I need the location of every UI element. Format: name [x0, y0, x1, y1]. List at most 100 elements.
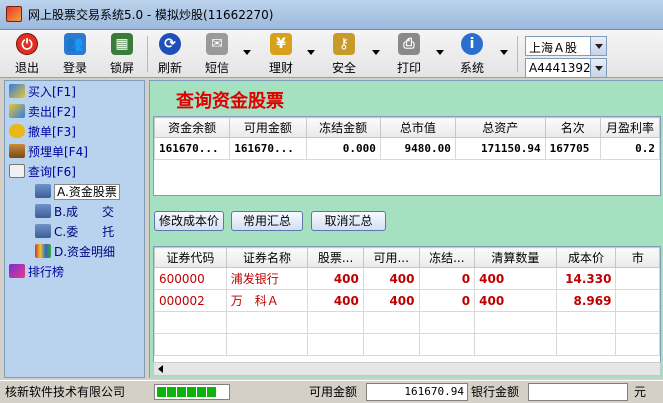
- system-button[interactable]: i 系统: [455, 33, 489, 76]
- scroll-left-icon[interactable]: [158, 365, 163, 373]
- sidebar-item-preset-order[interactable]: 预埋单[F4]: [9, 143, 88, 161]
- table-cell: 171150.94: [454, 137, 546, 160]
- table-row[interactable]: 161670... 161670... 0.000 9480.00 171150…: [154, 137, 660, 160]
- column-header[interactable]: 名次: [544, 117, 601, 138]
- sidebar-item-buy[interactable]: 买入[F1]: [9, 83, 76, 101]
- window-title: 网上股票交易系统5.0 - 模拟炒股(11662270): [28, 8, 274, 22]
- table-cell: 400: [307, 289, 364, 312]
- table-header-row: 证券代码 证券名称 股票... 可用... 冻结... 清算数量 成本价 市: [154, 247, 660, 268]
- bank-amount-label: 银行金额: [471, 385, 520, 399]
- column-header[interactable]: 清算数量: [474, 247, 557, 268]
- key-icon: ⚷: [333, 33, 355, 55]
- table-cell: 000002: [154, 289, 227, 312]
- bar-chart-icon: [35, 244, 51, 258]
- finance-button[interactable]: ¥ 理财: [264, 33, 298, 76]
- chevron-down-icon[interactable]: [590, 37, 606, 55]
- info-icon: i: [461, 33, 483, 55]
- users-icon: 👥: [64, 33, 86, 55]
- sidebar-item-trades[interactable]: B.成 交: [35, 203, 114, 221]
- table-cell: [615, 267, 660, 290]
- table-cell: 161670...: [154, 137, 231, 160]
- app-icon: [6, 6, 22, 22]
- refresh-button[interactable]: ⟳ 刷新: [153, 33, 187, 76]
- horizontal-scrollbar[interactable]: [153, 362, 661, 376]
- bank-amount-value: [528, 383, 628, 401]
- sidebar-item-funds-stocks[interactable]: A.资金股票: [35, 183, 120, 201]
- print-button[interactable]: ⎙ 打印: [392, 33, 426, 76]
- table-row[interactable]: 600000 浦发银行 400 400 0 400 14.330: [154, 267, 660, 290]
- security-button[interactable]: ⚷ 安全: [327, 33, 361, 76]
- message-dropdown-arrow[interactable]: [243, 50, 251, 55]
- finance-icon: ¥: [270, 33, 292, 55]
- table-row: [154, 311, 660, 334]
- table-cell: 万 科Ａ: [225, 289, 309, 312]
- table-row: [154, 333, 660, 356]
- column-header[interactable]: 股票...: [307, 247, 364, 268]
- column-header[interactable]: 冻结金额: [305, 117, 381, 138]
- progress-block: [167, 387, 176, 397]
- available-amount-value: 161670.94: [366, 383, 468, 401]
- security-dropdown-arrow[interactable]: [372, 50, 380, 55]
- column-header[interactable]: 可用...: [362, 247, 420, 268]
- main-panel: 查询资金股票 资金余额 可用金额 冻结金额 总市值 总资产 名次 月盈利率 16…: [149, 80, 663, 378]
- column-header[interactable]: 成本价: [555, 247, 617, 268]
- message-icon: ✉: [206, 33, 228, 55]
- exit-button[interactable]: ⏻ 退出: [10, 33, 44, 76]
- progress-block: [197, 387, 206, 397]
- title-bar: 网上股票交易系统5.0 - 模拟炒股(11662270): [0, 0, 663, 30]
- table-header-row: 资金余额 可用金额 冻结金额 总市值 总资产 名次 月盈利率: [154, 117, 660, 138]
- progress-bar: [154, 384, 230, 400]
- finance-dropdown-arrow[interactable]: [307, 50, 315, 55]
- table-cell: 161670...: [229, 137, 307, 160]
- sidebar-item-ranking[interactable]: 排行榜: [9, 263, 64, 281]
- column-header[interactable]: 证券代码: [154, 247, 227, 268]
- table-row[interactable]: 000002 万 科Ａ 400 400 0 400 8.969: [154, 289, 660, 312]
- modify-cost-button[interactable]: 修改成本价: [154, 211, 224, 231]
- preset-order-icon: [9, 144, 25, 158]
- table-cell: 9480.00: [379, 137, 456, 160]
- sidebar-item-orders[interactable]: C.委 托: [35, 223, 114, 241]
- available-amount-label: 可用金额: [309, 385, 358, 399]
- toolbar: ⏻ 退出 👥 登录 ▦ 锁屏 ⟳ 刷新 ✉ 短信 ¥ 理财 ⚷ 安全 ⎙ 打印 …: [0, 30, 663, 78]
- system-dropdown-arrow[interactable]: [500, 50, 508, 55]
- table-cell: 400: [362, 267, 420, 290]
- query-icon: [9, 164, 25, 178]
- sidebar-item-fund-details[interactable]: D.资金明细: [35, 243, 115, 261]
- currency-unit: 元: [634, 385, 647, 399]
- table-cell: 0: [418, 267, 476, 290]
- sidebar-item-query[interactable]: 查询[F6]: [9, 163, 76, 181]
- chevron-down-icon[interactable]: [590, 59, 606, 77]
- print-dropdown-arrow[interactable]: [436, 50, 444, 55]
- toolbar-separator: [147, 36, 148, 72]
- column-header[interactable]: 冻结...: [418, 247, 476, 268]
- trades-icon: [35, 204, 51, 218]
- refresh-icon: ⟳: [159, 33, 181, 55]
- column-header[interactable]: 可用金额: [229, 117, 307, 138]
- column-header[interactable]: 资金余额: [154, 117, 231, 138]
- column-header[interactable]: 证券名称: [225, 247, 309, 268]
- login-button[interactable]: 👥 登录: [58, 33, 92, 76]
- common-summary-button[interactable]: 常用汇总: [231, 211, 303, 231]
- cancel-summary-button[interactable]: 取消汇总: [311, 211, 386, 231]
- account-select[interactable]: A444139200: [525, 58, 607, 78]
- lock-screen-icon: ▦: [111, 33, 133, 55]
- column-header[interactable]: 总市值: [379, 117, 456, 138]
- table-cell: 0.2: [599, 137, 660, 160]
- column-header[interactable]: 市: [615, 247, 660, 268]
- orders-icon: [35, 224, 51, 238]
- table-cell: [615, 289, 660, 312]
- printer-icon: ⎙: [398, 33, 420, 55]
- buy-icon: [9, 84, 25, 98]
- table-cell: 400: [474, 289, 557, 312]
- message-button[interactable]: ✉ 短信: [200, 33, 234, 76]
- column-header[interactable]: 总资产: [454, 117, 546, 138]
- table-cell: 浦发银行: [225, 267, 309, 290]
- table-cell: 400: [307, 267, 364, 290]
- column-header[interactable]: 月盈利率: [599, 117, 660, 138]
- market-select[interactable]: 上海Ａ股: [525, 36, 607, 56]
- lock-screen-button[interactable]: ▦ 锁屏: [105, 33, 139, 76]
- sidebar-item-cancel-order[interactable]: 撤单[F3]: [9, 123, 76, 141]
- table-cell: 14.330: [555, 267, 617, 290]
- table-cell: 600000: [154, 267, 227, 290]
- sidebar-item-sell[interactable]: 卖出[F2]: [9, 103, 76, 121]
